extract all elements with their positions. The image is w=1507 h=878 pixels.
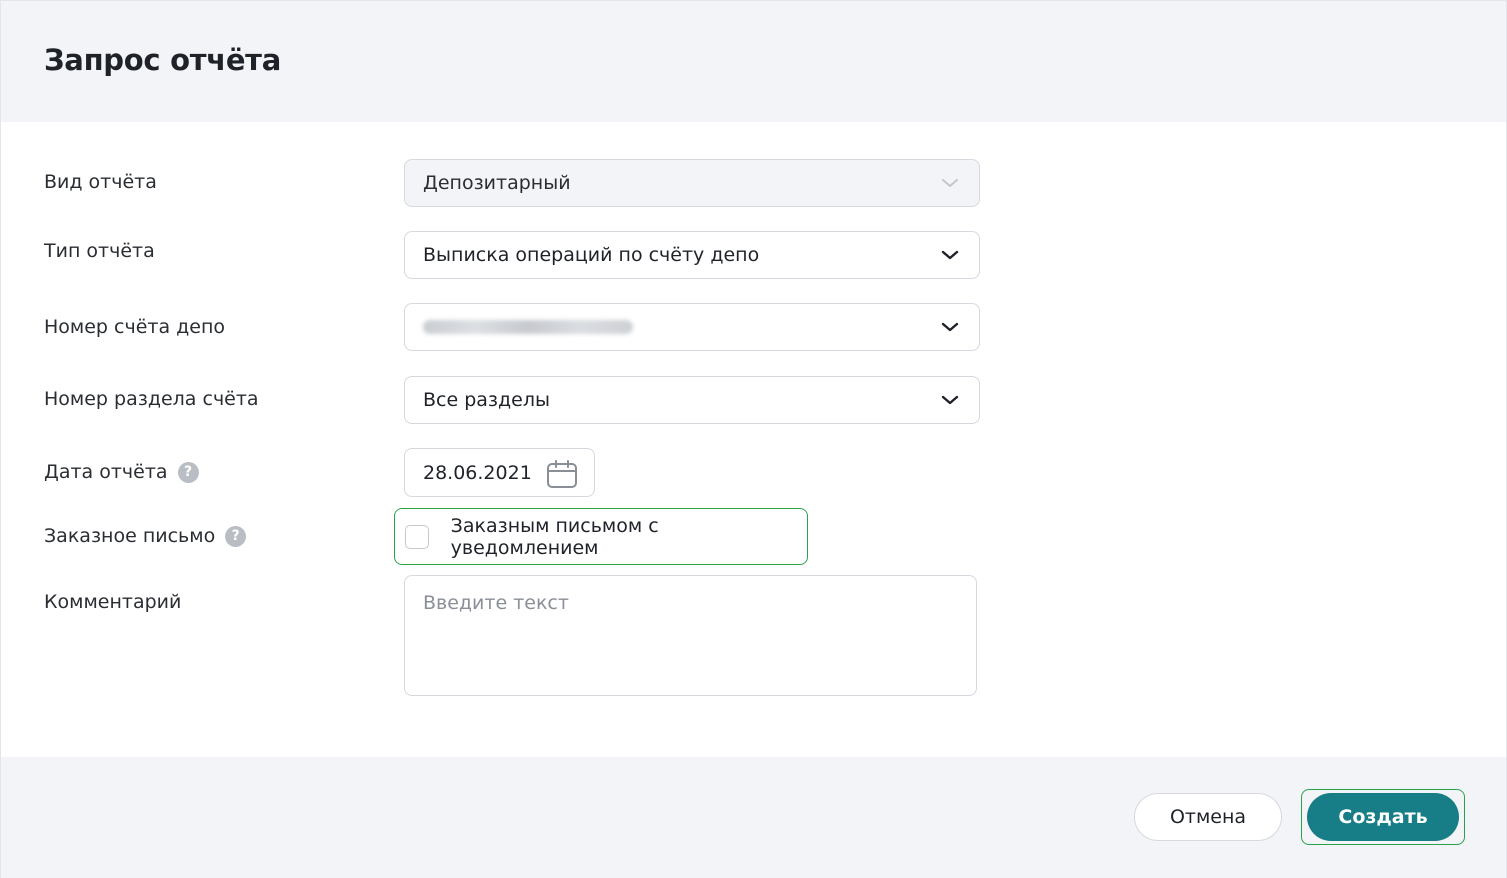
- depo-account-select[interactable]: [404, 303, 980, 351]
- report-request-dialog: Запрос отчёта Вид отчёта Депозитарный Ти…: [0, 0, 1507, 878]
- chevron-down-icon: [941, 395, 959, 405]
- create-button[interactable]: Создать: [1307, 793, 1459, 841]
- report-type-label-text: Тип отчёта: [44, 240, 155, 262]
- report-date-value: 28.06.2021: [423, 461, 532, 484]
- registered-mail-checkbox-wrapper[interactable]: Заказным письмом с уведомлением: [394, 508, 808, 565]
- depo-account-value-redacted: [423, 320, 633, 334]
- report-date-label: Дата отчёта ?: [44, 461, 199, 483]
- report-kind-label-text: Вид отчёта: [44, 171, 157, 193]
- depo-account-label: Номер счёта депо: [44, 316, 225, 338]
- report-kind-value: Депозитарный: [423, 172, 571, 194]
- help-icon[interactable]: ?: [225, 525, 247, 547]
- comment-textarea[interactable]: [404, 575, 977, 696]
- registered-mail-checkbox[interactable]: [405, 524, 429, 549]
- chevron-down-icon: [941, 322, 959, 332]
- report-kind-label: Вид отчёта: [44, 171, 157, 193]
- report-kind-select[interactable]: Депозитарный: [404, 159, 980, 207]
- account-section-label-text: Номер раздела счёта: [44, 388, 259, 410]
- comment-label: Комментарий: [44, 591, 181, 613]
- account-section-select[interactable]: Все разделы: [404, 376, 980, 424]
- comment-label-text: Комментарий: [44, 591, 182, 613]
- account-section-label: Номер раздела счёта: [44, 388, 259, 410]
- help-icon[interactable]: ?: [177, 461, 199, 483]
- registered-mail-checkbox-label[interactable]: Заказным письмом с уведомлением: [451, 515, 807, 559]
- dialog-title: Запрос отчёта: [44, 43, 281, 77]
- registered-mail-label: Заказное письмо ?: [44, 525, 247, 547]
- report-date-label-text: Дата отчёта: [44, 461, 168, 483]
- cancel-button[interactable]: Отмена: [1134, 793, 1282, 841]
- calendar-icon[interactable]: [546, 459, 578, 489]
- report-date-input[interactable]: 28.06.2021: [404, 448, 595, 497]
- chevron-down-icon: [942, 179, 958, 187]
- report-type-select[interactable]: Выписка операций по счёту депо: [404, 231, 980, 279]
- account-section-value: Все разделы: [423, 389, 550, 411]
- dialog-header: Запрос отчёта: [1, 1, 1506, 122]
- report-type-label: Тип отчёта: [44, 240, 155, 262]
- report-type-value: Выписка операций по счёту депо: [423, 244, 760, 266]
- depo-account-label-text: Номер счёта депо: [44, 316, 226, 338]
- chevron-down-icon: [941, 250, 959, 260]
- registered-mail-label-text: Заказное письмо: [44, 525, 216, 547]
